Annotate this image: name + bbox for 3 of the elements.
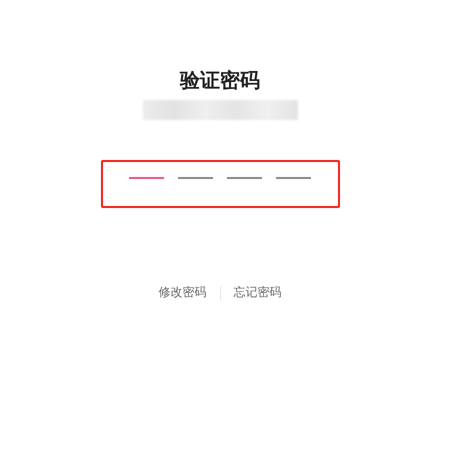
text-link[interactable]: 修改密码 xyxy=(146,284,220,301)
page-title: 验证密码 xyxy=(180,67,260,94)
text-link[interactable]: 忘记密码 xyxy=(220,284,294,301)
